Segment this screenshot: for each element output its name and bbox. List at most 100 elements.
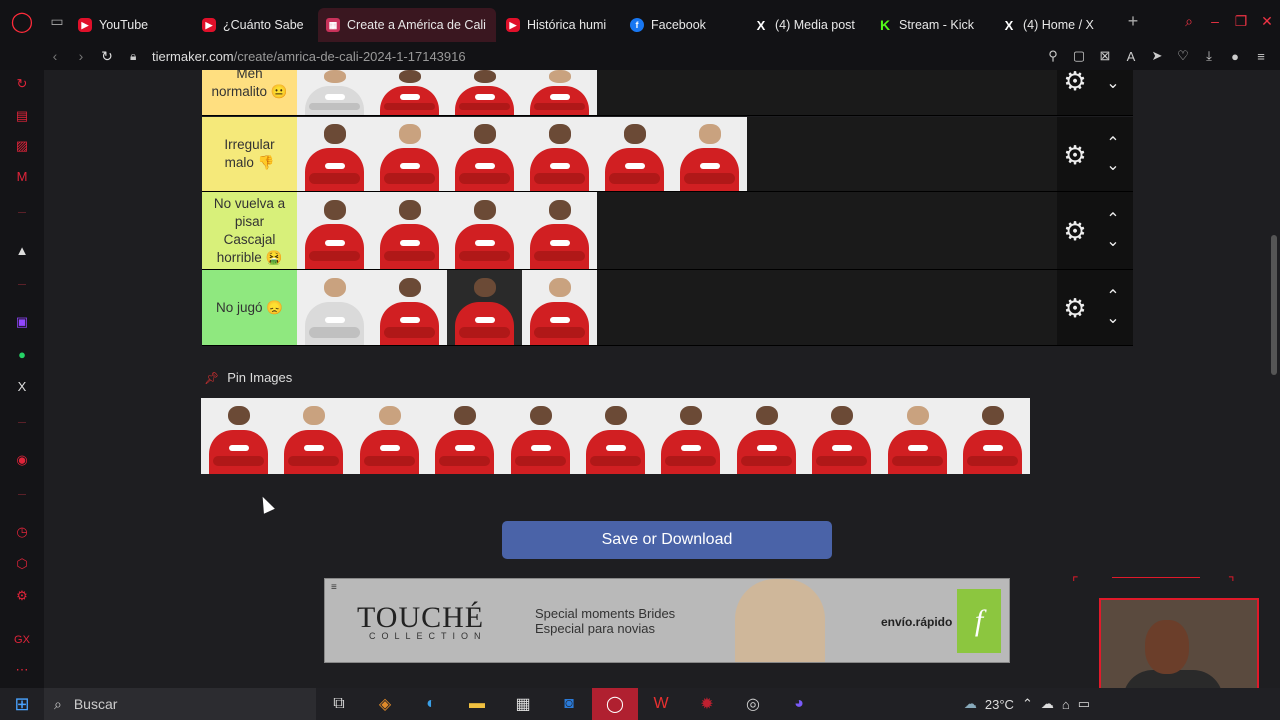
tier-move-down-icon[interactable]: ⌄ [1103, 234, 1123, 250]
player-image[interactable] [804, 398, 880, 474]
tier-settings-gear-icon[interactable]: ⚙ [1061, 217, 1089, 245]
tier-move-up-icon[interactable]: ⌃ [1103, 135, 1123, 151]
tray-chevron-icon[interactable]: ⌃ [1022, 696, 1033, 712]
tab-workspaces-icon[interactable]: ▭ [44, 13, 70, 30]
tier-label[interactable]: Irregular malo 👎 [202, 117, 297, 191]
usb-icon[interactable]: ⌂ [1062, 697, 1070, 712]
tier-settings-gear-icon[interactable]: ⚙ [1061, 70, 1089, 95]
outlook-icon[interactable]: ◙ [546, 688, 592, 720]
task-view-icon[interactable]: ⧉ [316, 688, 362, 720]
url-field[interactable]: tiermaker.com/create/amrica-de-cali-2024… [152, 49, 466, 64]
forward-button[interactable]: › [68, 48, 94, 64]
player-image[interactable] [879, 398, 955, 474]
player-image[interactable] [372, 192, 447, 269]
player-image[interactable] [372, 270, 447, 345]
crypto-wallet-icon[interactable]: ▤ [12, 106, 32, 126]
player-image[interactable] [447, 70, 522, 115]
player-image[interactable] [276, 398, 352, 474]
player-image[interactable] [351, 398, 428, 474]
player-image[interactable] [522, 192, 597, 269]
lock-icon[interactable]: 🔒︎ [130, 49, 146, 64]
tier-settings-gear-icon[interactable]: ⚙ [1061, 294, 1089, 322]
file-explorer-icon[interactable]: ▬ [454, 688, 500, 720]
cloud-icon[interactable]: ☁ [1041, 696, 1054, 712]
player-image[interactable] [297, 117, 372, 191]
ad-menu-icon[interactable]: ≡ [331, 582, 337, 593]
browser-tab[interactable]: X (4) Media post [746, 8, 868, 42]
player-image[interactable] [447, 270, 522, 345]
player-image[interactable] [297, 192, 372, 269]
browser-tab[interactable]: ▶ ¿Cuánto Sabe [194, 8, 316, 42]
tier-move-down-icon[interactable]: ⌄ [1103, 311, 1123, 327]
player-image[interactable] [672, 117, 747, 191]
send-icon[interactable]: ➤ [1148, 48, 1166, 64]
tier-move-down-icon[interactable]: ⌄ [1103, 76, 1123, 92]
browser-tab[interactable]: ▶ Histórica humi [498, 8, 620, 42]
player-image[interactable] [372, 117, 447, 191]
tier-settings-gear-icon[interactable]: ⚙ [1061, 141, 1089, 169]
video-icon[interactable]: ◉ [12, 450, 32, 470]
adblock-icon[interactable]: ⊠ [1096, 48, 1114, 64]
tier-move-down-icon[interactable]: ⌄ [1103, 157, 1123, 173]
player-image[interactable] [502, 398, 578, 474]
translate-icon[interactable]: A [1122, 49, 1140, 64]
browser-tab[interactable]: f Facebook [622, 8, 744, 42]
game-icon[interactable]: ✹ [684, 688, 730, 720]
save-or-download-button[interactable]: Save or Download [502, 521, 832, 559]
twitch-icon[interactable]: ▣ [12, 312, 32, 332]
player-image[interactable] [297, 270, 372, 345]
player-image[interactable] [597, 117, 672, 191]
browser-tab[interactable]: ▦ Create a América de Cali [318, 8, 496, 42]
obs-icon[interactable]: ◎ [730, 688, 776, 720]
copilot-icon[interactable]: ◈ [362, 688, 408, 720]
gx-icon[interactable]: GX [12, 630, 32, 650]
browser-tab[interactable]: X (4) Home / X [994, 8, 1116, 42]
scrollbar-thumb[interactable] [1271, 235, 1277, 375]
browser-tab[interactable]: ▶ YouTube [70, 8, 192, 42]
messenger-icon[interactable]: M [12, 166, 32, 186]
reload-button[interactable]: ↻ [94, 48, 120, 65]
tier-label[interactable]: No vuelva a pisar Cascajal horrible 🤮 [202, 192, 297, 269]
player-image[interactable] [522, 70, 597, 115]
player-image[interactable] [522, 117, 597, 191]
taskbar-search[interactable]: ⌕ Buscar [44, 688, 316, 720]
weather-icon[interactable]: ☁ [964, 696, 977, 712]
whatsapp-icon[interactable]: ● [12, 344, 32, 364]
store-icon[interactable]: ▦ [500, 688, 546, 720]
edge-icon[interactable]: ◐ [408, 688, 454, 720]
player-image[interactable] [653, 398, 729, 474]
wps-icon[interactable]: W [638, 688, 684, 720]
history-icon[interactable]: ◷ [12, 522, 32, 542]
tier-label[interactable]: No jugó 😞 [202, 270, 297, 345]
player-image[interactable] [577, 398, 654, 474]
opera-logo-icon[interactable]: ◯ [0, 0, 44, 42]
tier-move-up-icon[interactable]: ⌃ [1103, 289, 1123, 305]
menu-icon[interactable]: ≡ [1252, 49, 1270, 64]
more-icon[interactable]: ⋯ [12, 660, 32, 680]
profile-icon[interactable]: ● [1226, 49, 1244, 64]
discord-icon[interactable]: ◕ [776, 688, 822, 720]
app-icon[interactable]: ▲ [12, 240, 32, 260]
snapshot-icon[interactable]: ▢ [1070, 48, 1088, 64]
windows-start-icon[interactable]: ⊞ [0, 688, 44, 720]
tier-label[interactable]: Meh normalito 😐 [202, 70, 297, 115]
player-image[interactable] [297, 70, 372, 115]
x-icon[interactable]: X [12, 376, 32, 396]
browser-tab[interactable]: K Stream - Kick [870, 8, 992, 42]
advertisement-banner[interactable]: ≡ TOUCHÉ COLLECTION Special moments Brid… [324, 578, 1010, 663]
back-button[interactable]: ‹ [42, 48, 68, 64]
search-tabs-icon[interactable]: ⌕ [1176, 13, 1202, 30]
pin-icon[interactable]: ⚲ [1044, 48, 1062, 64]
heart-icon[interactable]: ♡ [1174, 48, 1192, 64]
minimize-button[interactable]: – [1202, 13, 1228, 29]
maximize-button[interactable]: ❐ [1228, 13, 1254, 30]
player-image[interactable] [201, 398, 277, 474]
player-image[interactable] [522, 270, 597, 345]
player-icon[interactable]: ▨ [12, 136, 32, 156]
download-icon[interactable]: ⤓ [1200, 48, 1218, 64]
battery-icon[interactable]: ▭ [1078, 696, 1090, 712]
extensions-icon[interactable]: ⬡ [12, 554, 32, 574]
player-image[interactable] [427, 398, 503, 474]
new-tab-button[interactable]: + [1118, 11, 1148, 32]
player-image[interactable] [954, 398, 1031, 474]
